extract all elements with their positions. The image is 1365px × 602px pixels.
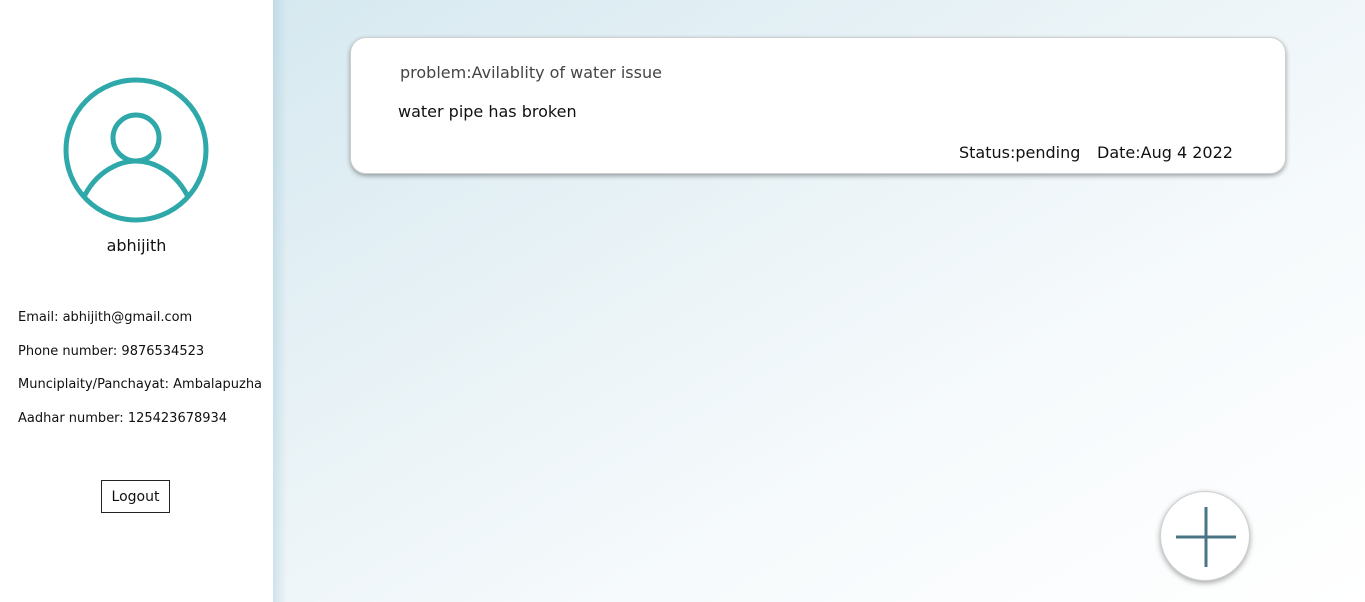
plus-icon	[1176, 507, 1236, 567]
complaint-description: water pipe has broken	[398, 102, 577, 121]
profile-sidebar: abhijith Email: abhijith@gmail.com Phone…	[0, 0, 273, 602]
logout-button[interactable]: Logout	[101, 480, 170, 513]
profile-municipality: Munciplaity/Panchayat: Ambalapuzha	[18, 377, 263, 392]
complaint-date: Date:Aug 4 2022	[1097, 143, 1233, 162]
complaint-status: Status:pending	[959, 143, 1081, 162]
profile-email: Email: abhijith@gmail.com	[18, 310, 193, 325]
profile-aadhar: Aadhar number: 125423678934	[18, 411, 228, 426]
profile-username: abhijith	[106, 236, 167, 255]
complaint-card[interactable]: problem:Avilablity of water issue water …	[350, 37, 1286, 174]
complaint-problem: problem:Avilablity of water issue	[400, 63, 662, 82]
profile-phone: Phone number: 9876534523	[18, 344, 205, 359]
complaints-area: problem:Avilablity of water issue water …	[273, 0, 1365, 602]
app-root: abhijith Email: abhijith@gmail.com Phone…	[0, 0, 1365, 602]
add-complaint-button[interactable]	[1160, 491, 1250, 581]
user-circle-icon	[63, 77, 209, 223]
